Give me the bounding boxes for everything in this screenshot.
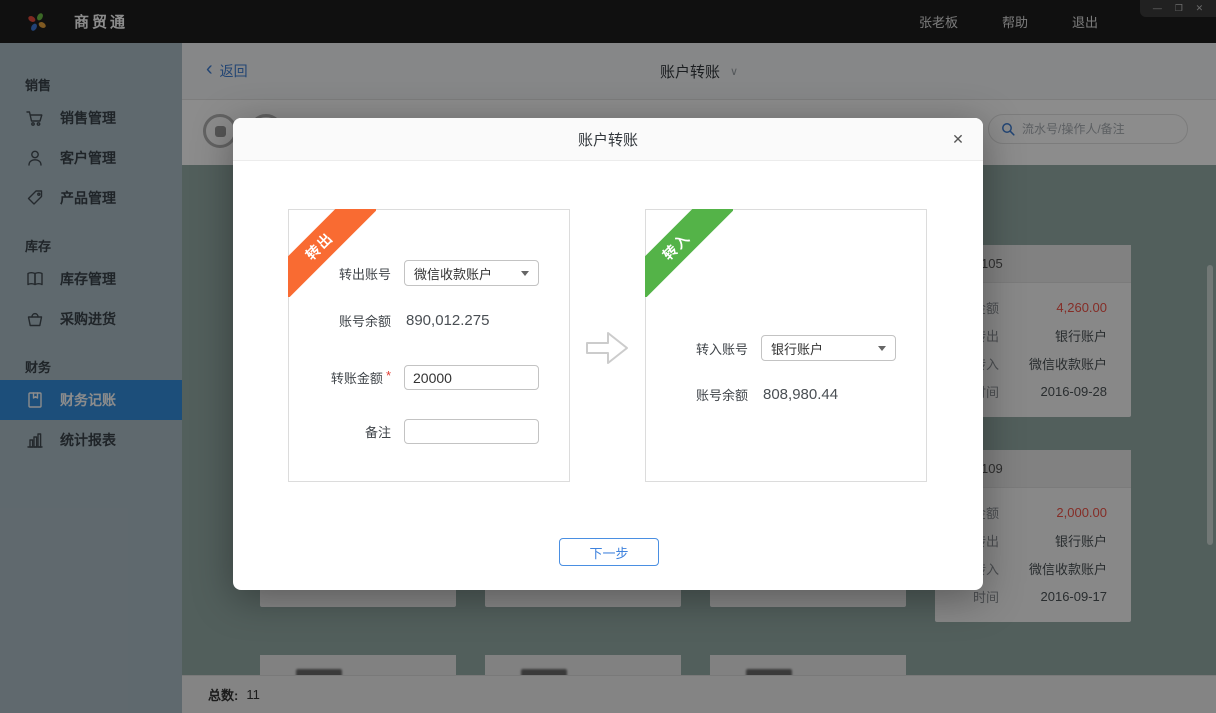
transfer-out-panel: 转出 转出账号 微信收款账户 账号余额 890,012.275 转账金额* 备注 [288, 209, 570, 482]
modal-title: 账户转账 [578, 129, 638, 150]
amount-label: 转账金额 [331, 368, 383, 387]
in-account-selected: 银行账户 [771, 339, 823, 358]
out-balance-value: 890,012.275 [406, 312, 489, 329]
note-input[interactable] [404, 419, 539, 444]
required-asterisk: * [386, 368, 391, 387]
next-step-button[interactable]: 下一步 [559, 538, 659, 566]
out-account-select[interactable]: 微信收款账户 [404, 260, 539, 286]
modal-header: 账户转账 [233, 118, 983, 161]
out-balance-label: 账号余额 [339, 311, 391, 330]
transfer-modal: 账户转账 ✕ 转出 转出账号 微信收款账户 账号余额 890,012.275 转… [233, 118, 983, 590]
close-icon[interactable]: ✕ [947, 128, 969, 150]
out-account-label: 转出账号 [339, 264, 391, 283]
dropdown-caret-icon [878, 346, 886, 351]
dropdown-caret-icon [521, 271, 529, 276]
transfer-in-ribbon: 转入 [645, 209, 733, 297]
transfer-arrow-icon [584, 328, 630, 373]
in-account-label: 转入账号 [696, 339, 748, 358]
in-balance-label: 账号余额 [696, 385, 748, 404]
note-label: 备注 [365, 422, 391, 441]
in-account-select[interactable]: 银行账户 [761, 335, 896, 361]
amount-input[interactable] [404, 365, 539, 390]
out-account-selected: 微信收款账户 [414, 264, 492, 283]
in-balance-value: 808,980.44 [763, 386, 838, 403]
transfer-in-panel: 转入 转入账号 银行账户 账号余额 808,980.44 [645, 209, 927, 482]
